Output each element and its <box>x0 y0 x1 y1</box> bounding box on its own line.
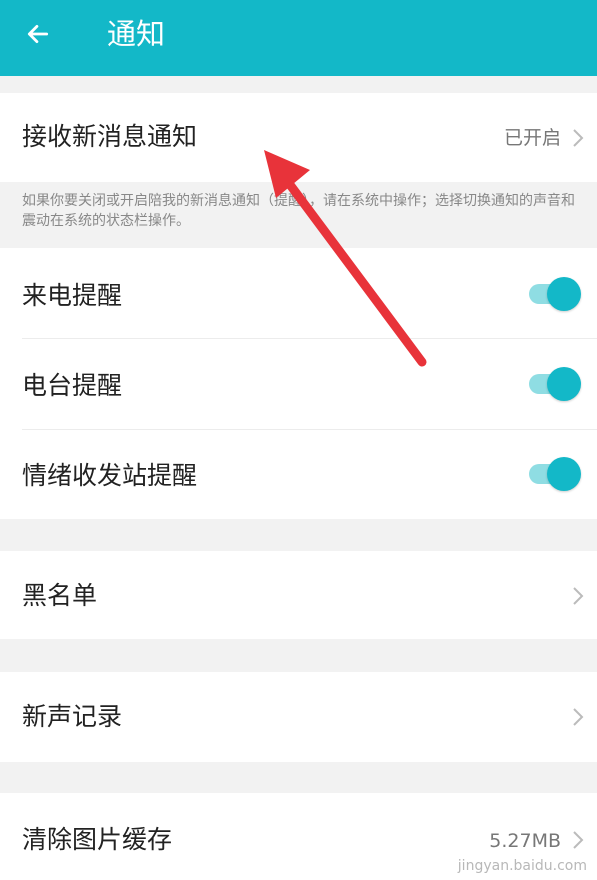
receive-notifications-row[interactable]: 接收新消息通知 已开启 <box>0 93 597 182</box>
chevron-right-icon <box>573 129 584 147</box>
toggle-knob <box>547 457 581 491</box>
chevron-right-icon <box>573 587 584 605</box>
watermark: jingyan.baidu.com <box>457 858 587 874</box>
notification-hint: 如果你要关闭或开启陪我的新消息通知（提醒），请在系统中操作；选择切换通知的声音和… <box>22 193 575 229</box>
receive-notifications-label: 接收新消息通知 <box>22 122 198 151</box>
back-button[interactable] <box>16 16 60 52</box>
app-header: 通知 <box>0 0 597 76</box>
radio-reminder-toggle[interactable] <box>529 366 581 402</box>
voice-records-row[interactable]: 新声记录 <box>0 672 597 762</box>
arrow-left-icon <box>27 25 49 43</box>
incoming-call-reminder-label: 来电提醒 <box>22 281 123 310</box>
receive-notifications-status: 已开启 <box>503 127 561 149</box>
chevron-right-icon <box>573 831 584 849</box>
cache-size: 5.27MB <box>489 830 561 852</box>
toggle-knob <box>547 277 581 311</box>
clear-cache-label: 清除图片缓存 <box>22 825 173 854</box>
blacklist-row[interactable]: 黑名单 <box>0 551 597 639</box>
toggle-knob <box>547 367 581 401</box>
radio-reminder-label: 电台提醒 <box>22 371 123 400</box>
divider <box>22 429 597 430</box>
incoming-call-reminder-toggle[interactable] <box>529 276 581 312</box>
mood-station-reminder-toggle[interactable] <box>529 456 581 492</box>
chevron-right-icon <box>573 708 584 726</box>
page-title: 通知 <box>107 17 166 51</box>
toggle-group: 来电提醒 电台提醒 情绪收发站提醒 <box>0 248 597 519</box>
mood-station-reminder-label: 情绪收发站提醒 <box>22 461 198 490</box>
divider <box>22 338 597 339</box>
voice-records-label: 新声记录 <box>22 702 123 731</box>
blacklist-label: 黑名单 <box>22 581 98 610</box>
